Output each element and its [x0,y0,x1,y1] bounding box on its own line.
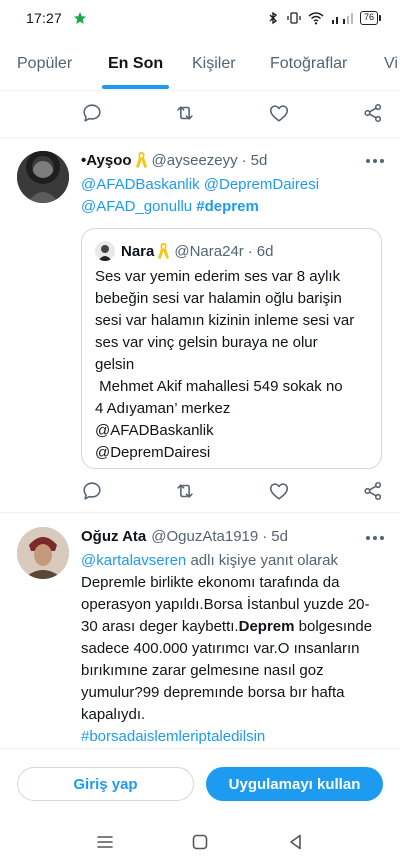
mention-link[interactable]: @AFAD_gonullu [81,198,192,215]
search-tabs: Popüler En Son Kişiler Fotoğraflar Vi [0,36,400,91]
wifi-icon [308,12,324,25]
quoted-tweet-text: Ses var yemin ederim ses var 8 aylık beb… [95,266,371,464]
reply-icon[interactable] [81,102,103,124]
bluetooth-icon [269,11,278,25]
quoted-text-line: sesi var halamın kizinin inleme sesi var [95,312,355,329]
back-icon[interactable] [286,832,306,852]
quoted-text-line: bebeğin sesi var halamin oğlu barişin [95,290,342,307]
mention-link[interactable]: @AFADBaskanlik [81,176,200,193]
quoted-text-line: @DepremDairesi [95,444,211,461]
mention-link[interactable]: @DepremDairesi [204,176,319,193]
share-icon[interactable] [362,480,384,502]
quoted-text-line: Ses var yemin ederim ses var 8 aylık [95,268,341,285]
login-button[interactable]: Giriş yap [17,767,194,801]
like-icon[interactable] [268,102,290,124]
tweet-actions-previous [0,92,400,136]
tab-populer[interactable]: Popüler [17,36,72,90]
status-time: 17:27 [26,10,63,26]
display-name[interactable]: Oğuz Ata [81,528,146,545]
menu-icon[interactable] [95,832,115,852]
separator-dot: · [241,151,247,169]
separator-dot: · [262,527,268,545]
tweet-time[interactable]: 5d [271,528,288,545]
display-name[interactable]: •Ayşoo [81,152,132,169]
signal-icon [331,13,353,24]
tab-videolar[interactable]: Vi [384,36,398,90]
avatar-aysoo[interactable] [17,151,69,203]
quoted-tweet-time: 6d [256,242,274,260]
system-navigation-bar [0,818,400,866]
reply-context: @kartalavseren adlı kişiye yanıt olarak [81,550,386,572]
tweet-content: •Ayşoo @ayseezeyy · 5d @AFADBaskanlik @D… [81,149,386,218]
retweet-icon[interactable] [174,102,196,124]
reply-context-label: adlı kişiye yanıt olarak [190,552,339,569]
app-notification-icon [74,12,87,24]
more-icon[interactable] [366,536,386,542]
user-handle[interactable]: @ayseezeyy [152,152,238,169]
reply-icon[interactable] [81,480,103,502]
battery-indicator: 76 [359,11,382,25]
ribbon-icon [158,243,170,259]
retweet-icon[interactable] [174,480,196,502]
quoted-text-line: gelsin [95,356,135,373]
like-icon[interactable] [268,480,290,502]
quoted-tweet[interactable]: Nara @Nara24r · 6d Ses var yemin ederim … [81,228,382,469]
quoted-text-line: @AFADBaskanlik [95,422,214,439]
vibrate-icon [287,12,301,24]
tab-kisiler[interactable]: Kişiler [192,36,236,90]
status-icons: 76 [266,11,382,25]
tab-en-son[interactable]: En Son [102,36,170,90]
tweet-text: Depremle birlikte ekonomı tarafında da o… [81,572,386,748]
status-bar: 17:27 76 [0,0,400,36]
share-icon[interactable] [362,102,384,124]
signup-banner: Giriş yap Uygulamayı kullan [0,748,400,818]
tweet-header: •Ayşoo @ayseezeyy · 5d [81,149,386,171]
tweet-actions [0,470,400,514]
tweet-text: @AFADBaskanlik @DepremDairesi @AFAD_gonu… [81,174,386,218]
quoted-text-line: ses var vinç gelsin buraya ne olur [95,334,318,351]
separator-dot: · [247,242,253,260]
reply-to-link[interactable]: @kartalavseren [81,552,186,569]
tweet-header: Oğuz Ata @OguzAta1919 · 5d [81,525,386,547]
quoted-tweet-header: Nara @Nara24r · 6d [95,241,273,261]
hashtag-link[interactable]: #borsadaislemleriptaledilsin [81,728,265,745]
quoted-display-name: Nara [121,242,155,260]
user-handle[interactable]: @OguzAta1919 [151,528,258,545]
quoted-text-line: Mehmet Akif mahallesi 549 sokak no [95,378,343,395]
tweet-text-bold: Deprem [238,618,295,635]
tab-fotograflar[interactable]: Fotoğraflar [270,36,347,90]
more-icon[interactable] [366,159,386,165]
ribbon-icon [135,152,147,168]
active-tab-indicator [102,85,170,89]
avatar-oguz-ata[interactable] [17,527,69,579]
home-icon[interactable] [190,832,210,852]
use-app-button[interactable]: Uygulamayı kullan [206,767,383,801]
avatar-nara [95,241,115,261]
tweet-content: Oğuz Ata @OguzAta1919 · 5d @kartalavsere… [81,525,386,748]
tweet-aysoo[interactable]: •Ayşoo @ayseezeyy · 5d @AFADBaskanlik @D… [0,138,400,511]
quoted-user-handle: @Nara24r [174,242,244,260]
hashtag-link[interactable]: #deprem [196,198,259,215]
tweet-time[interactable]: 5d [251,152,268,169]
tweet-oguz-ata[interactable]: Oğuz Ata @OguzAta1919 · 5d @kartalavsere… [0,513,400,749]
quoted-text-line: 4 Adıyaman’ merkez [95,400,231,417]
